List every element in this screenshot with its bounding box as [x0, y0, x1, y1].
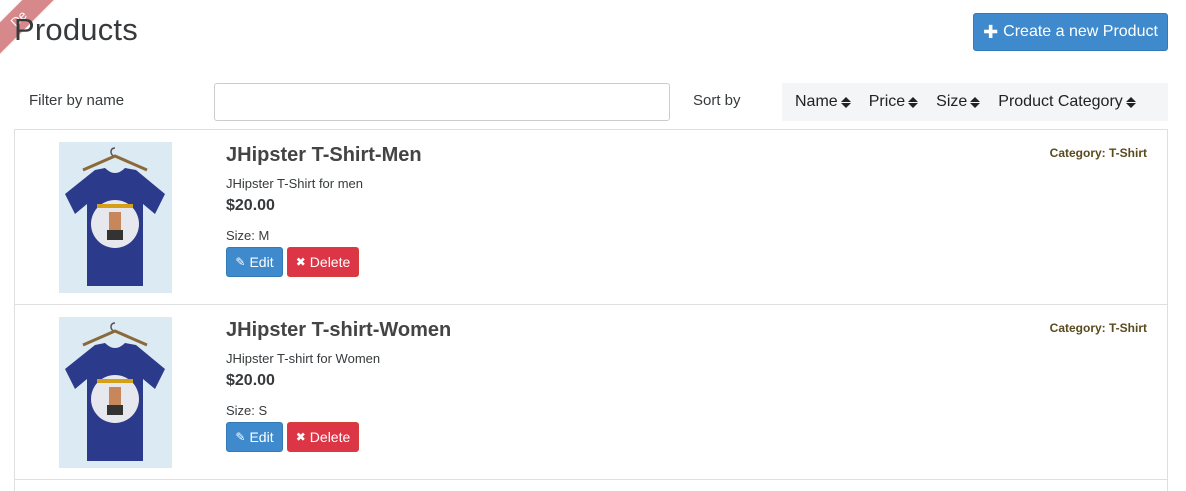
- pencil-icon: ✎: [235, 430, 246, 444]
- product-list: JHipster T-Shirt-Men JHipster T-Shirt fo…: [14, 129, 1168, 491]
- sort-icon: [908, 96, 919, 108]
- product-category: Category: T-Shirt: [1049, 146, 1147, 160]
- sort-label: Sort by: [693, 92, 741, 109]
- product-name[interactable]: JHipster T-Shirt-Men: [226, 144, 422, 167]
- sort-option-label: Size: [936, 93, 968, 110]
- product-size: Size: M: [226, 228, 270, 243]
- pencil-icon: ✎: [235, 255, 246, 269]
- edit-button[interactable]: ✎ Edit: [226, 422, 283, 452]
- plus-icon: ✚: [983, 22, 999, 42]
- sort-by-size[interactable]: Size: [936, 93, 981, 111]
- delete-label: Delete: [309, 254, 351, 270]
- edit-button[interactable]: ✎ Edit: [226, 247, 283, 277]
- product-category: Category: T-Shirt: [1049, 321, 1147, 335]
- sort-option-label: Price: [868, 93, 906, 110]
- product-name[interactable]: JHipster T-shirt-Women: [226, 319, 451, 342]
- sort-bar: Name Price Size Product Category: [782, 83, 1168, 121]
- sort-option-label: Product Category: [998, 93, 1123, 110]
- create-product-label: Create a new Product: [1003, 23, 1158, 40]
- sort-by-name[interactable]: Name: [795, 93, 851, 111]
- product-image[interactable]: [59, 142, 172, 293]
- filter-name-input[interactable]: [214, 83, 670, 121]
- product-image[interactable]: [59, 317, 172, 468]
- product-size: Size: S: [226, 403, 268, 418]
- sort-icon: [970, 96, 981, 108]
- product-description: JHipster T-Shirt for men: [226, 176, 364, 191]
- delete-button[interactable]: ✖ Delete: [287, 247, 359, 277]
- edit-label: Edit: [249, 254, 274, 270]
- delete-button[interactable]: ✖ Delete: [287, 422, 359, 452]
- sort-icon: [840, 96, 851, 108]
- sort-by-price[interactable]: Price: [868, 93, 919, 111]
- page-title: Products: [14, 12, 138, 47]
- product-row: JHipster T-shirt-Women JHipster T-shirt …: [15, 305, 1167, 480]
- sort-option-label: Name: [795, 93, 838, 110]
- edit-label: Edit: [249, 429, 274, 445]
- delete-label: Delete: [309, 429, 351, 445]
- product-price: $20.00: [226, 197, 275, 214]
- filter-label: Filter by name: [29, 92, 125, 109]
- close-icon: ✖: [295, 430, 306, 444]
- close-icon: ✖: [295, 255, 306, 269]
- product-description: JHipster T-shirt for Women: [226, 351, 381, 366]
- sort-by-category[interactable]: Product Category: [998, 93, 1136, 111]
- create-product-button[interactable]: ✚ Create a new Product: [973, 13, 1168, 51]
- product-price: $20.00: [226, 372, 275, 389]
- sort-icon: [1125, 96, 1136, 108]
- product-row: JHipster T-Shirt-Men JHipster T-Shirt fo…: [15, 130, 1167, 305]
